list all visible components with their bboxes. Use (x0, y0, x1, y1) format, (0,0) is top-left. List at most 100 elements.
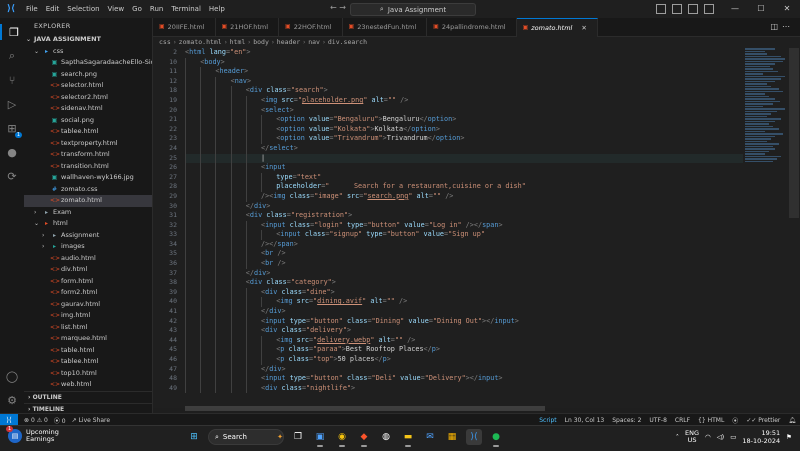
code-line[interactable]: <p class="paraa">Best Rooftop Places</p> (185, 345, 743, 355)
split-editor-icon[interactable]: ◫ (770, 22, 782, 31)
horizontal-scrollbar[interactable] (185, 406, 545, 411)
code-line[interactable]: <p class="top">50 places</p> (185, 355, 743, 365)
code-line[interactable]: | (185, 153, 743, 164)
tab-22hof-html[interactable]: ▣ 22HOF.html (279, 18, 343, 36)
file-item[interactable]: <>form.html (24, 276, 152, 288)
customize-layout-icon[interactable] (704, 4, 714, 14)
breadcrumb-item[interactable]: body (253, 38, 269, 46)
encoding[interactable]: UTF-8 (649, 417, 667, 424)
menu-item-help[interactable]: Help (209, 5, 225, 13)
code-area[interactable]: <html lang="en"> <body> <header> <nav> <div … (185, 48, 743, 408)
code-line[interactable]: <option value="Trivandrum">Trivandrum</o… (185, 134, 743, 144)
folder-item[interactable]: › ▸ Assignment (24, 230, 152, 242)
tab-20iife-html[interactable]: ▣ 20IIFE.html (153, 18, 216, 36)
menu-item-edit[interactable]: Edit (46, 5, 60, 13)
problems-indicator[interactable]: ⊗ 0 ⚠ 0 (24, 417, 48, 424)
file-item[interactable]: <>selector2.html (24, 92, 152, 104)
folder-item[interactable]: › ▸ Exam (24, 207, 152, 219)
file-item[interactable]: <>form2.html (24, 287, 152, 299)
code-line[interactable]: </div> (185, 307, 743, 317)
file-item[interactable]: <>sidenav.html (24, 103, 152, 115)
code-line[interactable]: </div> (185, 364, 743, 375)
code-line[interactable]: <div class="registration"> (185, 211, 743, 221)
menu-item-file[interactable]: File (26, 5, 38, 13)
taskbar-search[interactable]: ⌕ Search ✦ (208, 429, 284, 445)
file-item[interactable]: <>top10.html (24, 368, 152, 380)
file-item[interactable]: <>img.html (24, 310, 152, 322)
code-line[interactable]: <div class="category"> (185, 278, 743, 288)
settings-gear-icon[interactable]: ⚙ (4, 392, 20, 408)
mail-app-icon[interactable]: ✉ (422, 429, 438, 445)
clock[interactable]: 19:51 18-10-2024 (742, 429, 780, 445)
file-item[interactable]: <>list.html (24, 322, 152, 334)
wifi-icon[interactable]: ◠ (705, 433, 711, 441)
file-item[interactable]: <>tablee.html (24, 126, 152, 138)
code-line[interactable]: <input class="signup" type="button" valu… (185, 230, 743, 240)
file-item[interactable]: # zomato.css (24, 184, 152, 196)
run-debug-icon[interactable]: ▷ (4, 96, 20, 112)
indentation[interactable]: Spaces: 2 (612, 417, 641, 424)
breadcrumb-item[interactable]: css (159, 38, 171, 46)
account-icon[interactable]: ◯ (4, 368, 20, 384)
menu-item-terminal[interactable]: Terminal (171, 5, 201, 13)
code-line[interactable]: <input (185, 163, 743, 173)
file-item[interactable]: <>div.html (24, 264, 152, 276)
language-hint[interactable]: Script (539, 417, 556, 424)
breadcrumb-item[interactable]: div.search (328, 38, 367, 46)
workspace-root[interactable]: ⌄ JAVA ASSIGNMENT (24, 34, 152, 46)
language-mode[interactable]: {} HTML (698, 417, 724, 424)
breadcrumb-item[interactable]: header (277, 38, 300, 46)
more-actions-icon[interactable]: ⋯ (782, 22, 794, 31)
close-tab-icon[interactable]: ✕ (581, 19, 586, 37)
tab-24pallindrome-html[interactable]: ▣ 24pallindrome.html (427, 18, 517, 36)
task-view-icon[interactable]: ❐ (290, 429, 306, 445)
code-line[interactable]: </select> (185, 143, 743, 154)
code-line[interactable]: <br /> (185, 249, 743, 260)
vertical-scrollbar[interactable] (789, 48, 799, 218)
explorer-icon[interactable]: ❐ (0, 24, 22, 40)
breadcrumb-item[interactable]: zomato.html (179, 38, 222, 46)
code-line[interactable]: <div class="search"> (185, 86, 743, 96)
code-line[interactable]: <select> (185, 105, 743, 116)
code-line[interactable]: <div class="nightlife"> (185, 383, 743, 394)
source-control-icon[interactable]: ⑂ (4, 72, 20, 88)
file-item[interactable]: ▣ SapthaSagaradaacheEllo-Sid... (24, 57, 152, 69)
github-icon[interactable]: ● (4, 144, 20, 160)
file-item[interactable]: ▣ search.png (24, 69, 152, 81)
code-line[interactable]: <div class="dine"> (185, 287, 743, 298)
search-icon[interactable]: ⌕ (4, 48, 20, 64)
code-line[interactable]: <br /> (185, 259, 743, 269)
go-live-icon[interactable]: ⦿ (732, 416, 738, 425)
code-line[interactable]: <img src="dining.avif" alt="" /> (185, 297, 743, 308)
code-line[interactable]: <nav> (185, 76, 743, 87)
code-line[interactable]: </div> (185, 201, 743, 212)
windows-start-icon[interactable]: ⊞ (186, 429, 202, 445)
vscode-taskbar-icon[interactable]: ⟩⟨ (466, 429, 482, 445)
code-line[interactable]: <header> (185, 67, 743, 77)
file-item[interactable]: <>zomato.html (24, 195, 152, 207)
file-item[interactable]: <>transition.html (24, 161, 152, 173)
remote-explorer-icon[interactable]: ⟳ (4, 168, 20, 184)
code-line[interactable]: <div class="delivery"> (185, 326, 743, 336)
ports-indicator[interactable]: ⦿ 0 (54, 416, 66, 425)
file-item[interactable]: <>transform.html (24, 149, 152, 161)
code-line[interactable]: <img src="delivery.webp" alt="" /> (185, 335, 743, 346)
notifications-bell-icon[interactable]: 🔔︎ (788, 417, 796, 424)
tab-23nestedfun-html[interactable]: ▣ 23nestedFun.html (343, 18, 428, 36)
breadcrumb-item[interactable]: nav (308, 38, 320, 46)
input-language[interactable]: ENG US (685, 430, 699, 444)
code-editor[interactable]: 2 10 11 12 18 19 20 21 22 23 24 25 26 27 28 29 30 31 32 33 3… (153, 48, 743, 408)
file-item[interactable]: <>table.html (24, 345, 152, 357)
timeline-section[interactable]: › TIMELINE (24, 403, 152, 413)
outline-section[interactable]: › OUTLINE (24, 391, 152, 403)
menu-item-run[interactable]: Run (150, 5, 163, 13)
cursor-position[interactable]: Ln 30, Col 13 (565, 417, 605, 424)
file-item[interactable]: <>tablee.html (24, 356, 152, 368)
minimap[interactable] (745, 48, 789, 218)
spotify-icon[interactable]: ● (488, 429, 504, 447)
battery-icon[interactable]: ▭ (730, 433, 736, 441)
menu-item-go[interactable]: Go (132, 5, 142, 13)
code-line[interactable]: /></span> (185, 239, 743, 250)
code-line[interactable]: <option value="Kolkata">Kolkata</option> (185, 124, 743, 135)
tab-21hof-html[interactable]: ▣ 21HOF.html (216, 18, 280, 36)
